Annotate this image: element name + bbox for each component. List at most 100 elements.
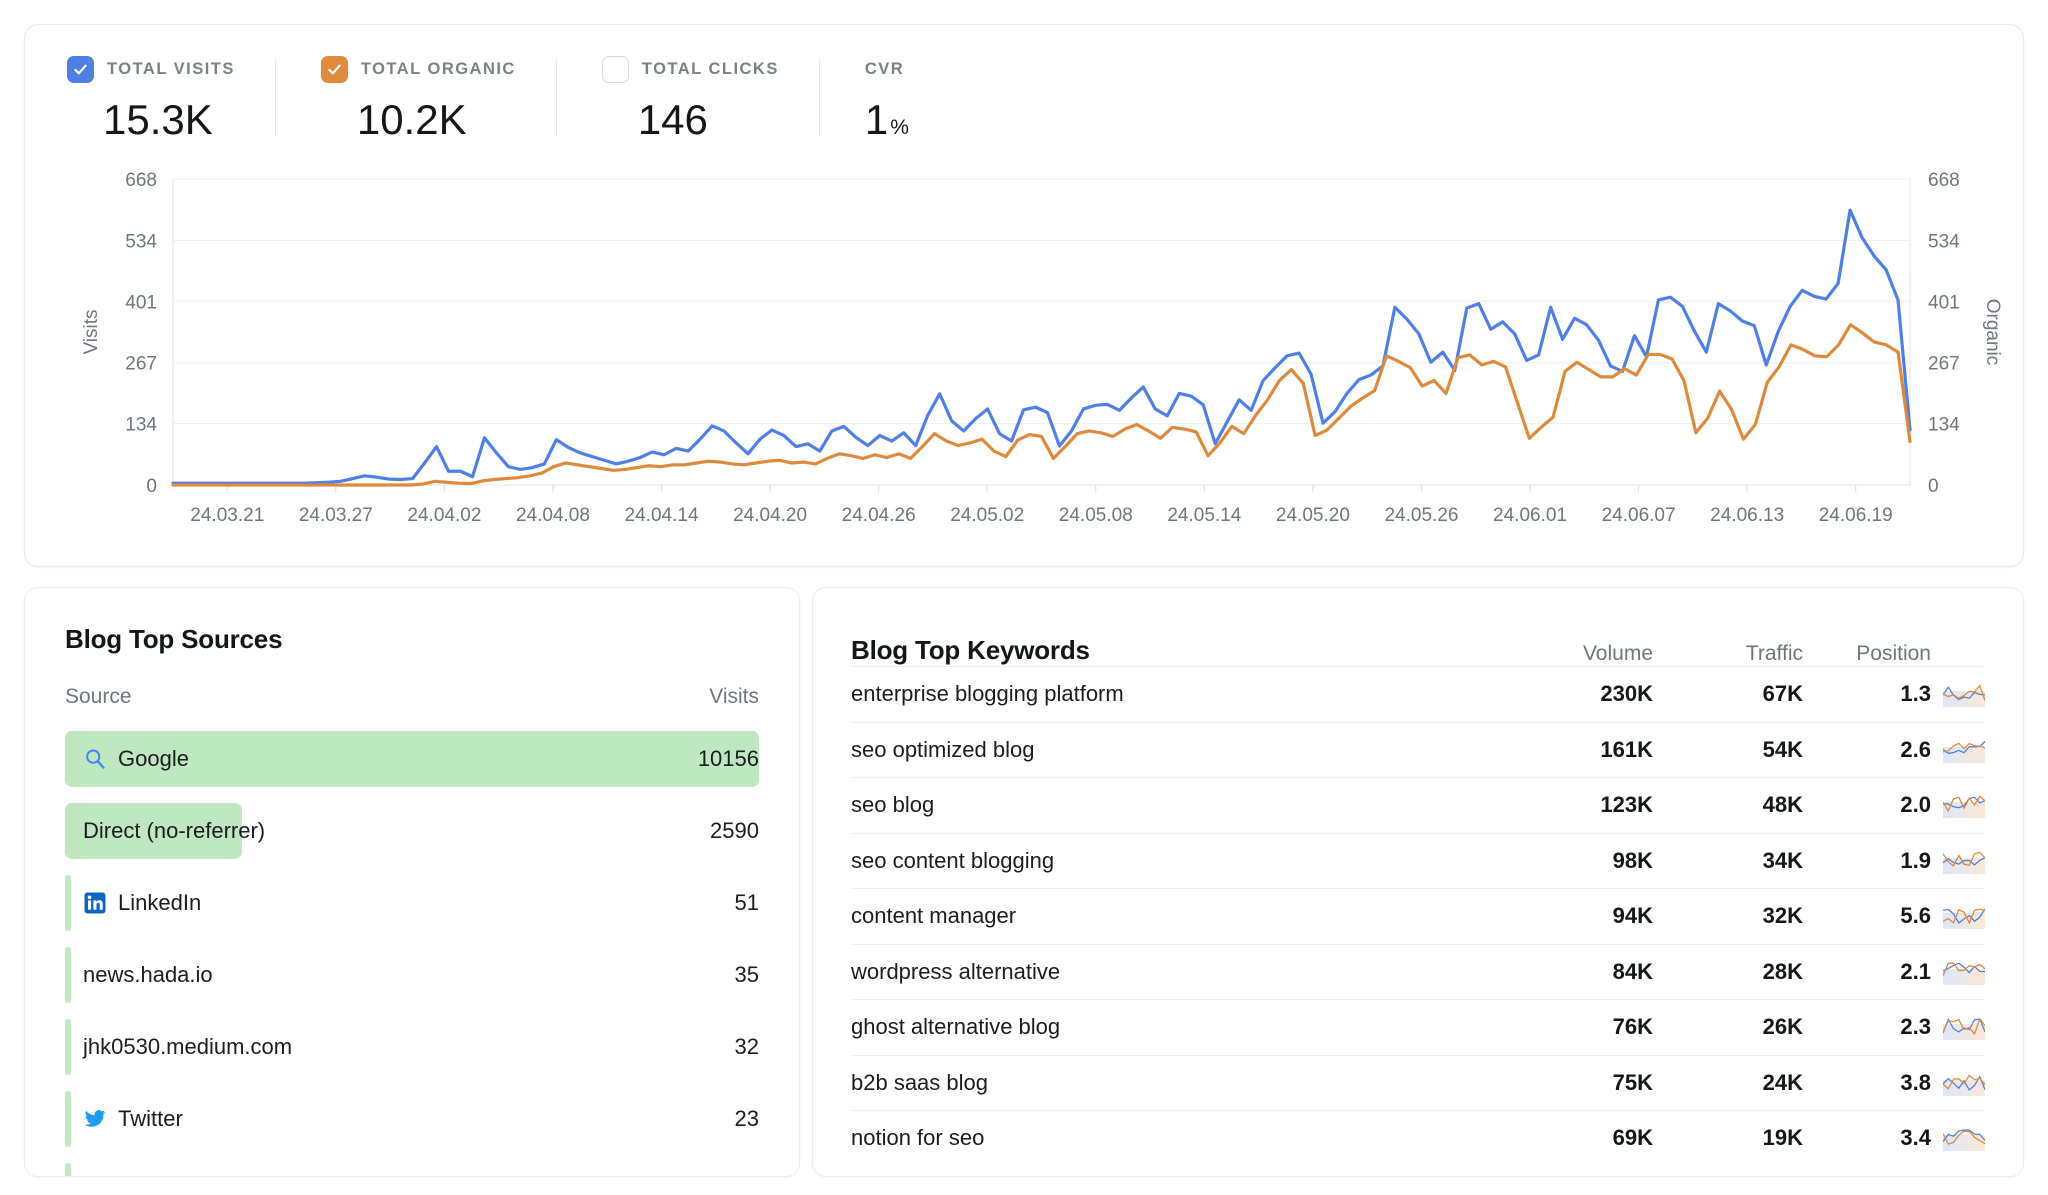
source-visits-bar	[65, 1163, 71, 1176]
table-row[interactable]: enterprise blogging platform 230K 67K 1.3	[851, 666, 1985, 722]
trend-sparkline-icon[interactable]	[1931, 1070, 1985, 1096]
list-item[interactable]: news.hada.io 35	[65, 939, 759, 1011]
keyword-traffic: 24K	[1762, 1069, 1803, 1095]
keywords-col-position: Position	[1856, 642, 1931, 665]
linkedin-icon	[83, 891, 107, 915]
keyword-name: seo content blogging	[851, 847, 1055, 873]
keyword-traffic: 67K	[1762, 681, 1803, 707]
list-item[interactable]: LinkedIn 51	[65, 867, 759, 939]
list-item[interactable]	[65, 1155, 759, 1176]
table-row[interactable]: content manager 94K 32K 5.6	[851, 888, 1985, 944]
source-visits-value: 2590	[710, 818, 759, 843]
table-row[interactable]: seo optimized blog 161K 54K 2.6	[851, 721, 1985, 778]
svg-text:24.04.02: 24.04.02	[407, 505, 481, 526]
sources-col-visits: Visits	[709, 685, 759, 708]
keyword-position: 5.6	[1900, 903, 1931, 929]
trend-sparkline-icon[interactable]	[1931, 1014, 1985, 1041]
svg-text:401: 401	[125, 292, 157, 313]
list-item[interactable]: Google 10156	[65, 723, 759, 795]
svg-text:24.06.13: 24.06.13	[1710, 505, 1784, 526]
source-visits-value: 32	[734, 1034, 759, 1059]
checkbox-checked-icon[interactable]	[67, 55, 94, 83]
list-item[interactable]: jhk0530.medium.com 32	[65, 1011, 759, 1083]
keyword-name: content manager	[851, 903, 1017, 929]
chart-svg: 0 0 134 134 267 267 401 401 534 534 668 668 Visits Or…	[81, 170, 2003, 526]
traffic-line-chart[interactable]: 0 0 134 134 267 267 401 401 534 534 668 668 Visits Or…	[25, 165, 2025, 565]
source-name: jhk0530.medium.com	[65, 1034, 292, 1060]
keyword-position: 2.3	[1900, 1014, 1931, 1040]
svg-text:668: 668	[1928, 170, 1960, 191]
trend-sparkline-icon[interactable]	[1931, 1125, 1985, 1152]
google-search-icon	[83, 747, 107, 771]
keyword-position: 3.4	[1900, 1125, 1931, 1151]
svg-text:24.04.08: 24.04.08	[516, 505, 590, 526]
keyword-volume: 98K	[1612, 847, 1653, 873]
keyword-position: 2.6	[1900, 736, 1931, 762]
source-name-label: Direct (no-referrer)	[83, 818, 266, 843]
kpi-header: TOTAL ORGANIC	[320, 55, 516, 83]
svg-text:24.04.14: 24.04.14	[625, 505, 699, 526]
trend-sparkline-icon[interactable]	[1931, 848, 1985, 874]
table-row[interactable]: notion for seo 69K 19K 3.4	[851, 1110, 1985, 1166]
checkbox-empty-icon[interactable]	[601, 55, 629, 83]
keyword-traffic: 32K	[1762, 903, 1803, 929]
traffic-overview-card: TOTAL VISITS 15.3K TOTAL ORGANIC 10.2K T…	[24, 24, 2024, 567]
list-item[interactable]: Direct (no-referrer) 2590	[65, 795, 759, 867]
source-name: LinkedIn	[65, 890, 201, 916]
svg-text:668: 668	[125, 170, 157, 191]
keyword-name: b2b saas blog	[851, 1069, 988, 1095]
kpi-cvr: CVR 1%	[818, 55, 949, 141]
kpi-value: 146	[637, 96, 708, 143]
source-visits-value: 23	[734, 1106, 759, 1131]
source-name-label: LinkedIn	[118, 890, 202, 915]
table-row[interactable]: seo blog 123K 48K 2.0	[851, 777, 1985, 833]
keyword-volume: 230K	[1600, 681, 1653, 707]
blog-top-sources-card: Blog Top Sources Source Visits Google 101…	[24, 587, 800, 1177]
svg-text:24.05.14: 24.05.14	[1167, 505, 1241, 526]
table-row[interactable]: wordpress alternative 84K 28K 2.1	[851, 943, 1985, 1000]
trend-sparkline-icon[interactable]	[1931, 959, 1985, 985]
keyword-name: wordpress alternative	[851, 958, 1061, 984]
trend-sparkline-icon[interactable]	[1931, 903, 1985, 930]
svg-text:24.05.26: 24.05.26	[1384, 505, 1458, 526]
kpi-label: TOTAL ORGANIC	[360, 59, 516, 78]
svg-text:24.04.20: 24.04.20	[733, 505, 807, 526]
kpi-total-clicks[interactable]: TOTAL CLICKS 146	[555, 55, 819, 143]
keyword-volume: 76K	[1612, 1014, 1653, 1040]
keyword-position: 1.9	[1900, 847, 1931, 873]
keyword-position: 1.3	[1900, 681, 1931, 707]
twitter-icon	[83, 1107, 107, 1131]
blog-top-keywords-card: Blog Top Keywords Volume Traffic Positio…	[812, 587, 2024, 1177]
keyword-volume: 84K	[1612, 958, 1653, 984]
table-row[interactable]: b2b saas blog 75K 24K 3.8	[851, 1054, 1985, 1111]
trend-sparkline-icon[interactable]	[1931, 681, 1985, 708]
source-visits-value: 10156	[697, 746, 759, 771]
source-name: news.hada.io	[65, 962, 213, 988]
kpi-total-visits[interactable]: TOTAL VISITS 15.3K	[67, 55, 275, 141]
table-row[interactable]: ghost alternative blog 76K 26K 2.3	[851, 999, 1985, 1055]
keyword-volume: 123K	[1600, 792, 1653, 818]
svg-text:134: 134	[1928, 415, 1960, 436]
svg-text:267: 267	[125, 354, 157, 375]
source-name-label: Twitter	[118, 1106, 183, 1131]
checkbox-checked-icon[interactable]	[320, 55, 348, 83]
trend-sparkline-icon[interactable]	[1931, 737, 1985, 763]
source-name-label: news.hada.io	[83, 962, 213, 987]
kpi-total-organic[interactable]: TOTAL ORGANIC 10.2K	[274, 55, 556, 141]
kpi-header: TOTAL CLICKS	[601, 55, 779, 83]
svg-text:534: 534	[125, 231, 157, 252]
svg-text:24.03.27: 24.03.27	[299, 505, 373, 526]
keyword-name: seo optimized blog	[851, 736, 1035, 762]
source-name: Direct (no-referrer)	[65, 818, 265, 844]
keywords-col-volume: Volume	[1582, 642, 1653, 665]
table-row[interactable]: seo content blogging 98K 34K 1.9	[851, 832, 1985, 889]
svg-text:24.05.02: 24.05.02	[950, 505, 1024, 526]
keyword-position: 2.0	[1900, 792, 1931, 818]
keyword-volume: 69K	[1612, 1125, 1653, 1151]
list-item[interactable]: Twitter 23	[65, 1083, 759, 1155]
keyword-traffic: 19K	[1762, 1125, 1803, 1151]
keyword-position: 2.1	[1900, 958, 1931, 984]
trend-sparkline-icon[interactable]	[1931, 792, 1985, 819]
source-name-label: Google	[118, 746, 189, 771]
svg-text:134: 134	[125, 415, 157, 436]
